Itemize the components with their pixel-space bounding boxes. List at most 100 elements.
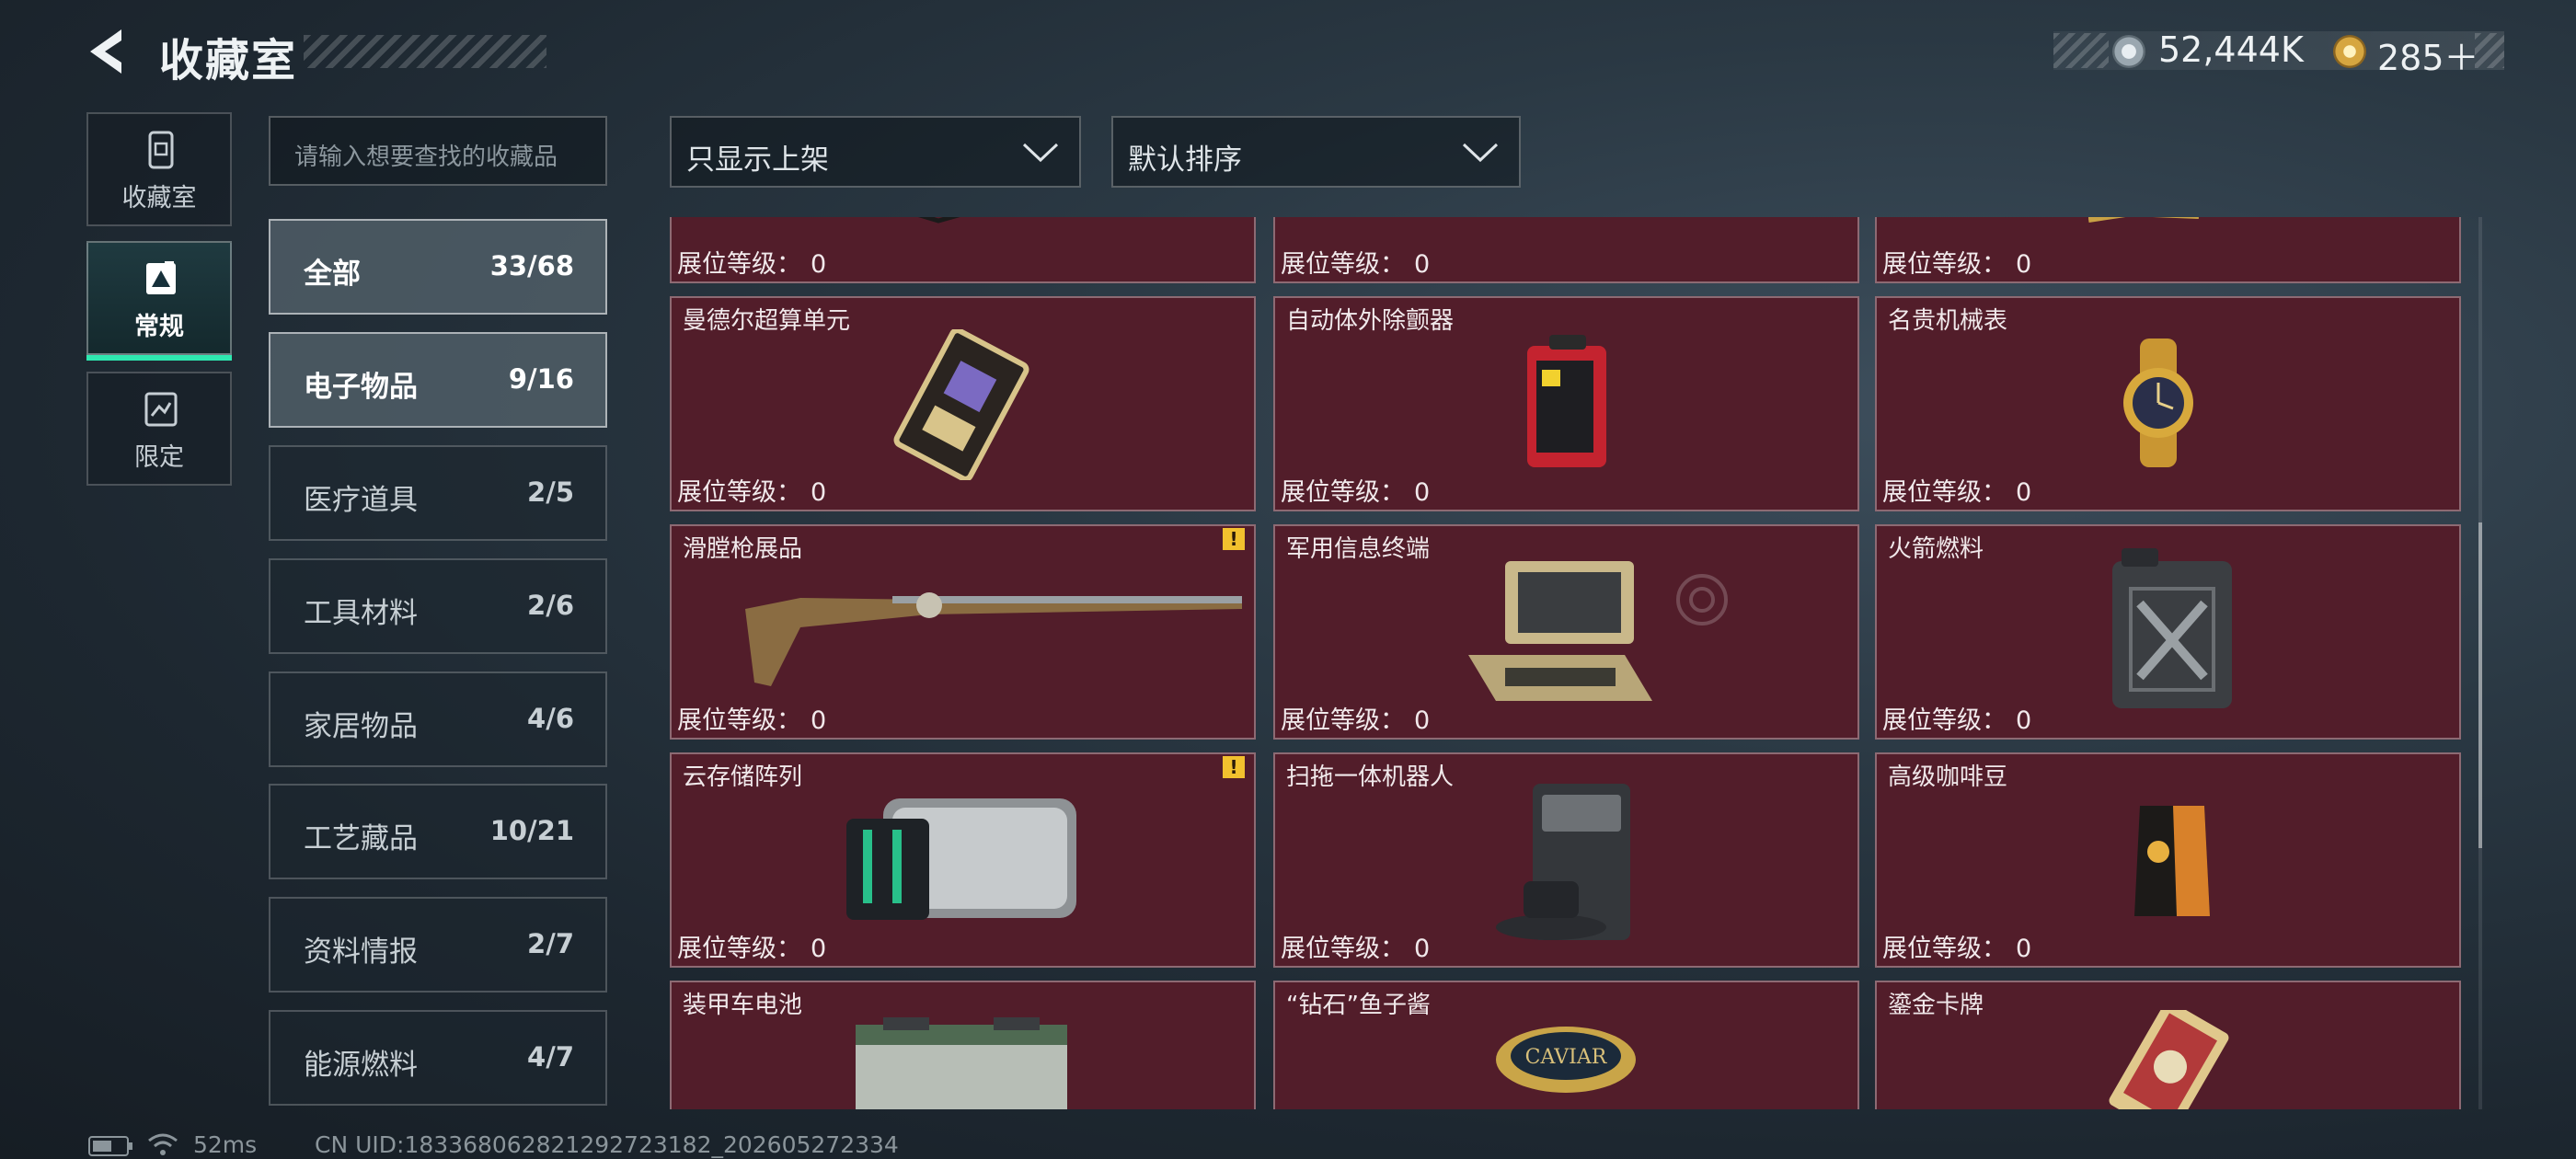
target-icon bbox=[1676, 574, 1728, 625]
item-image bbox=[2109, 1010, 2229, 1109]
category-all[interactable]: 全部 33/68 bbox=[269, 219, 607, 315]
nav-collection-room[interactable]: 收藏室 bbox=[86, 112, 232, 226]
category-name: 家居物品 bbox=[304, 710, 418, 743]
category-count: 2/7 bbox=[527, 928, 574, 959]
item-image bbox=[2088, 217, 2199, 223]
limited-icon bbox=[144, 392, 178, 427]
item-image bbox=[1496, 784, 1630, 940]
category-medical[interactable]: 医疗道具 2/5 bbox=[269, 445, 607, 541]
item-level: 展位等级： 0 bbox=[1882, 706, 2032, 735]
item-name: 装甲车电池 bbox=[683, 992, 803, 1019]
chevron-down-icon bbox=[1462, 143, 1499, 163]
item-level: 展位等级： 0 bbox=[1281, 935, 1431, 963]
silver-currency-amount: 52,444K bbox=[2158, 29, 2304, 70]
gold-coin-icon bbox=[2333, 35, 2366, 68]
nav-label: 收藏室 bbox=[121, 184, 197, 212]
category-count: 2/5 bbox=[527, 476, 574, 508]
alert-icon: ! bbox=[1223, 756, 1245, 778]
category-name: 工艺藏品 bbox=[304, 822, 418, 855]
category-count: 33/68 bbox=[489, 250, 574, 281]
category-count: 9/16 bbox=[508, 363, 574, 395]
item-card[interactable]: 军用信息终端 展位等级： 0 bbox=[1273, 524, 1859, 740]
item-name: “钻石”鱼子酱 bbox=[1286, 992, 1431, 1019]
item-card[interactable]: 滑膛枪展品 ! 展位等级： 0 bbox=[670, 524, 1256, 740]
category-intel[interactable]: 资料情报 2/7 bbox=[269, 897, 607, 993]
scrollbar-thumb[interactable] bbox=[2478, 522, 2482, 848]
item-image: CAVIAR bbox=[1496, 1027, 1636, 1093]
item-image bbox=[893, 329, 1029, 480]
item-level: 展位等级： 0 bbox=[1882, 478, 2032, 507]
item-card[interactable]: 自动体外除颤器 展位等级： 0 bbox=[1273, 296, 1859, 511]
item-level: 展位等级： 0 bbox=[677, 706, 827, 735]
item-image bbox=[1527, 335, 1606, 467]
search-input[interactable]: 请输入想要查找的收藏品 bbox=[269, 116, 607, 186]
wifi-icon bbox=[148, 1133, 178, 1155]
item-card[interactable]: 展位等级： 0 bbox=[670, 217, 1256, 283]
item-image bbox=[846, 798, 1076, 920]
item-name: 曼德尔超算单元 bbox=[683, 307, 851, 335]
category-name: 工具材料 bbox=[304, 597, 418, 630]
item-card[interactable]: 鎏金卡牌 bbox=[1875, 981, 2461, 1109]
nav-label: 限定 bbox=[134, 443, 184, 472]
category-name: 电子物品 bbox=[304, 371, 418, 404]
item-card[interactable]: 展位等级： 0 bbox=[1875, 217, 2461, 283]
category-name: 能源燃料 bbox=[304, 1049, 418, 1082]
item-level: 展位等级： 0 bbox=[1281, 250, 1431, 279]
category-name: 资料情报 bbox=[304, 935, 418, 969]
item-name: 自动体外除颤器 bbox=[1286, 307, 1455, 335]
category-count: 4/7 bbox=[527, 1041, 574, 1073]
battery-icon bbox=[88, 1136, 132, 1156]
item-card[interactable]: 装甲车电池 bbox=[670, 981, 1256, 1109]
item-image bbox=[2123, 339, 2193, 467]
category-count: 4/6 bbox=[527, 703, 574, 734]
item-card[interactable]: 展位等级： 0 bbox=[1273, 217, 1859, 283]
category-crafts[interactable]: 工艺藏品 10/21 bbox=[269, 784, 607, 879]
collection-icon bbox=[148, 131, 174, 169]
nav-label: 常规 bbox=[134, 313, 184, 341]
category-electronics[interactable]: 电子物品 9/16 bbox=[269, 332, 607, 428]
ping-value: 52ms bbox=[193, 1131, 258, 1158]
item-name: 鎏金卡牌 bbox=[1888, 992, 1984, 1019]
item-card[interactable]: 曼德尔超算单元 展位等级： 0 bbox=[670, 296, 1256, 511]
sort-value: 默认排序 bbox=[1128, 143, 1242, 177]
item-name: 名贵机械表 bbox=[1888, 307, 2008, 335]
sort-dropdown[interactable]: 默认排序 bbox=[1111, 116, 1521, 188]
alert-icon: ! bbox=[1223, 528, 1245, 550]
currency-decoration bbox=[2475, 33, 2504, 68]
item-card[interactable]: 火箭燃料 展位等级： 0 bbox=[1875, 524, 2461, 740]
nav-regular[interactable]: 常规 bbox=[86, 241, 232, 361]
item-name: 火箭燃料 bbox=[1888, 535, 1984, 563]
item-level: 展位等级： 0 bbox=[677, 478, 827, 507]
item-image bbox=[2112, 548, 2232, 708]
item-image bbox=[1468, 561, 1652, 701]
category-household[interactable]: 家居物品 4/6 bbox=[269, 671, 607, 767]
item-level: 展位等级： 0 bbox=[1281, 706, 1431, 735]
item-card[interactable]: 名贵机械表 展位等级： 0 bbox=[1875, 296, 2461, 511]
svg-text:CAVIAR: CAVIAR bbox=[1525, 1046, 1608, 1069]
category-count: 10/21 bbox=[489, 815, 574, 846]
item-image bbox=[856, 1017, 1067, 1109]
item-level: 展位等级： 0 bbox=[1882, 250, 2032, 279]
gold-currency-amount[interactable]: 285＋ bbox=[2377, 29, 2479, 80]
display-filter-dropdown[interactable]: 只显示上架 bbox=[670, 116, 1081, 188]
regular-icon bbox=[146, 261, 176, 294]
nav-limited[interactable]: 限定 bbox=[86, 372, 232, 486]
item-name: 扫拖一体机器人 bbox=[1286, 763, 1455, 791]
page-title: 收藏室 bbox=[159, 35, 298, 86]
back-arrow-icon[interactable] bbox=[85, 28, 132, 75]
category-name: 医疗道具 bbox=[304, 484, 418, 517]
active-indicator bbox=[86, 355, 232, 361]
item-name: 军用信息终端 bbox=[1286, 535, 1431, 563]
category-name: 全部 bbox=[304, 258, 361, 291]
item-card[interactable]: 云存储阵列 ! 展位等级： 0 bbox=[670, 752, 1256, 968]
item-card[interactable]: 扫拖一体机器人 展位等级： 0 bbox=[1273, 752, 1859, 968]
category-fuel[interactable]: 能源燃料 4/7 bbox=[269, 1010, 607, 1106]
category-count: 2/6 bbox=[527, 590, 574, 621]
user-uid: CN UID:18336806282129272​3182_2026052723… bbox=[315, 1131, 899, 1158]
item-card[interactable]: “钻石”鱼子酱 CAVIAR bbox=[1273, 981, 1859, 1109]
category-tools[interactable]: 工具材料 2/6 bbox=[269, 558, 607, 654]
item-image bbox=[917, 217, 960, 224]
item-name: 云存储阵列 bbox=[683, 763, 803, 791]
item-card[interactable]: 高级咖啡豆 展位等级： 0 bbox=[1875, 752, 2461, 968]
silver-coin-icon bbox=[2112, 35, 2145, 68]
